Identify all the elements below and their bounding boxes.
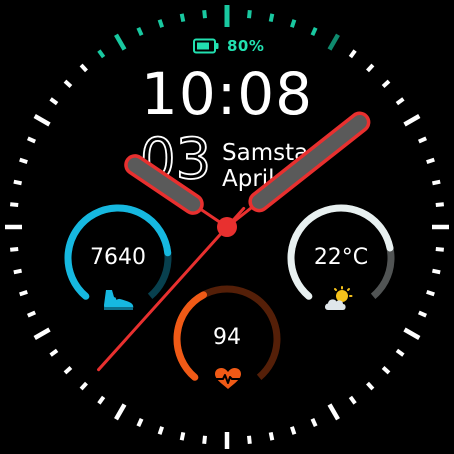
- hour-tick: [403, 114, 421, 127]
- minute-tick: [202, 10, 207, 19]
- minute-tick: [431, 268, 441, 275]
- minute-tick: [435, 247, 444, 252]
- minute-tick: [426, 157, 435, 164]
- weather-complication[interactable]: 22°C: [285, 202, 397, 314]
- minute-tick: [366, 63, 375, 73]
- watch-face: 80% 10:08 03 Samstag April 7640 22°C 94: [0, 0, 454, 454]
- minute-tick: [10, 247, 19, 252]
- steps-value: 7640: [90, 245, 146, 270]
- minute-tick: [97, 49, 106, 59]
- minute-tick: [395, 348, 405, 357]
- minute-tick: [431, 179, 441, 186]
- minute-tick: [79, 63, 88, 73]
- minute-tick: [19, 290, 28, 297]
- minute-tick: [395, 97, 405, 106]
- minute-tick: [348, 49, 357, 59]
- hour-tick: [327, 33, 340, 51]
- minute-tick: [13, 179, 23, 186]
- minute-tick: [435, 202, 444, 207]
- digital-time: 10:08: [140, 60, 314, 128]
- minute-tick: [202, 435, 207, 444]
- heart-rate-value: 94: [213, 325, 241, 350]
- minute-tick: [19, 157, 28, 164]
- heart-rate-complication[interactable]: 94: [171, 283, 283, 395]
- date-weekday: Samstag: [222, 140, 323, 166]
- hour-tick: [403, 327, 421, 340]
- date-month: April: [222, 166, 275, 192]
- steps-complication[interactable]: 7640: [62, 202, 174, 314]
- minute-tick: [63, 79, 73, 88]
- minute-tick: [381, 366, 391, 375]
- minute-tick: [157, 19, 164, 28]
- minute-tick: [247, 10, 252, 19]
- minute-tick: [136, 26, 144, 37]
- minute-tick: [179, 13, 186, 23]
- battery-percent: 80%: [227, 37, 265, 55]
- temperature-value: 22°C: [313, 245, 369, 270]
- minute-tick: [381, 79, 391, 88]
- minute-tick: [310, 417, 318, 428]
- minute-tick: [63, 366, 73, 375]
- hour-tick: [33, 327, 51, 340]
- minute-tick: [49, 348, 59, 357]
- minute-tick: [366, 381, 375, 391]
- hour-tick: [114, 403, 127, 421]
- minute-tick: [417, 136, 428, 144]
- minute-tick: [26, 310, 37, 318]
- minute-tick: [310, 26, 318, 37]
- minute-tick: [136, 417, 144, 428]
- minute-tick: [26, 136, 37, 144]
- heart-rate-icon: [214, 367, 242, 395]
- minute-tick: [247, 435, 252, 444]
- hour-tick: [33, 114, 51, 127]
- minute-tick: [268, 13, 275, 23]
- minute-tick: [13, 268, 23, 275]
- partly-cloudy-icon: [323, 286, 355, 316]
- minute-tick: [417, 310, 428, 318]
- minute-tick: [79, 381, 88, 391]
- minute-tick: [49, 97, 59, 106]
- minute-tick: [290, 19, 297, 28]
- minute-tick: [10, 202, 19, 207]
- minute-tick: [157, 426, 164, 435]
- hour-tick: [327, 403, 340, 421]
- minute-tick: [97, 395, 106, 405]
- minute-tick: [179, 431, 186, 441]
- minute-tick: [426, 290, 435, 297]
- minute-tick: [348, 395, 357, 405]
- shoe-icon: [100, 286, 136, 318]
- minute-tick: [268, 431, 275, 441]
- minute-tick: [290, 426, 297, 435]
- hour-tick: [114, 33, 127, 51]
- date-day-number: 03: [139, 127, 212, 193]
- battery-indicator: 80%: [193, 35, 264, 57]
- battery-icon: [193, 38, 219, 54]
